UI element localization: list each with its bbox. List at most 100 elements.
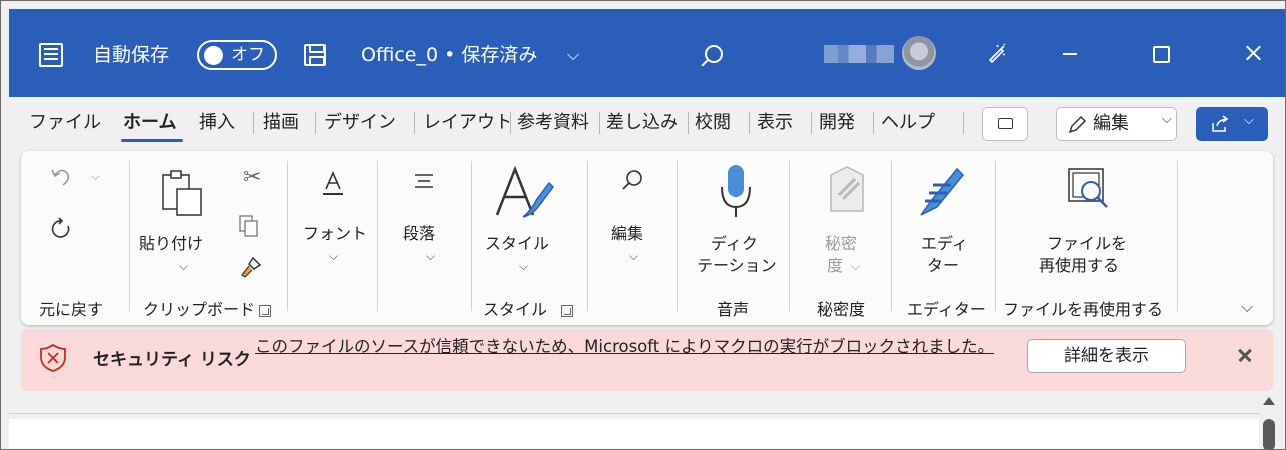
ribbon-separator bbox=[587, 161, 588, 311]
format-painter-icon[interactable] bbox=[239, 255, 263, 279]
font-chevron-icon[interactable]: ⌵ bbox=[329, 249, 338, 264]
show-details-button[interactable]: 詳細を表示 bbox=[1027, 339, 1186, 373]
styles-group-label: スタイル bbox=[483, 300, 548, 319]
minimize-button[interactable] bbox=[1050, 36, 1090, 70]
share-icon bbox=[1212, 115, 1229, 132]
document-top-border bbox=[9, 413, 1259, 414]
tab-divider bbox=[510, 112, 511, 134]
editing-mode-button[interactable]: 編集 ⌵ bbox=[1056, 107, 1177, 141]
dictate-label-2[interactable]: テーション bbox=[697, 255, 777, 277]
ribbon-separator bbox=[891, 161, 892, 311]
reuse-files-group-label: ファイルを再使用する bbox=[1003, 300, 1164, 319]
ribbon-separator bbox=[129, 161, 130, 311]
clipboard-launcher-icon[interactable] bbox=[259, 305, 271, 317]
ribbon-separator bbox=[471, 161, 472, 311]
editing-chevron-icon[interactable]: ⌵ bbox=[629, 249, 638, 264]
tab-home[interactable]: ホーム bbox=[123, 109, 176, 137]
autosave-toggle[interactable]: オフ bbox=[197, 40, 277, 70]
tab-insert[interactable]: 挿入 bbox=[199, 109, 235, 137]
autosave-label: 自動保存 bbox=[93, 44, 170, 66]
ribbon-separator bbox=[287, 161, 288, 311]
editing-label[interactable]: 編集 bbox=[611, 223, 643, 245]
paragraph-icon[interactable] bbox=[413, 173, 435, 193]
editor-label-2[interactable]: ター bbox=[927, 255, 959, 277]
active-tab-indicator bbox=[121, 139, 183, 142]
dictate-label-1[interactable]: ディク bbox=[711, 233, 758, 255]
paste-chevron-icon[interactable]: ⌵ bbox=[179, 259, 188, 274]
paste-icon[interactable] bbox=[161, 169, 205, 217]
tab-view[interactable]: 表示 bbox=[757, 109, 793, 137]
paragraph-label[interactable]: 段落 bbox=[403, 223, 435, 245]
user-name-blurred bbox=[824, 45, 894, 63]
microphone-icon[interactable] bbox=[719, 163, 753, 219]
editing-mode-label: 編集 bbox=[1093, 113, 1129, 134]
shield-error-icon bbox=[40, 343, 66, 372]
styles-label[interactable]: スタイル bbox=[485, 233, 549, 255]
font-label[interactable]: フォント bbox=[303, 223, 367, 245]
document-title[interactable]: Office_0 • 保存済み bbox=[361, 41, 537, 69]
sensitivity-label-2[interactable]: 度 bbox=[827, 255, 843, 277]
share-button[interactable]: ⌵ bbox=[1196, 107, 1268, 141]
dismiss-warning-close-icon[interactable] bbox=[1237, 347, 1253, 363]
tab-file[interactable]: ファイル bbox=[29, 109, 101, 137]
redo-icon[interactable] bbox=[49, 217, 73, 241]
editor-icon[interactable] bbox=[917, 165, 965, 217]
tab-divider bbox=[749, 112, 750, 134]
paste-label[interactable]: 貼り付け bbox=[139, 233, 203, 255]
reuse-files-label-2[interactable]: 再使用する bbox=[1039, 255, 1119, 277]
tab-divider bbox=[315, 112, 316, 134]
close-window-button[interactable] bbox=[1233, 36, 1273, 70]
paragraph-chevron-icon[interactable]: ⌵ bbox=[426, 249, 435, 264]
scroll-up-arrow-icon[interactable] bbox=[1263, 397, 1275, 405]
save-icon[interactable] bbox=[304, 44, 326, 66]
cut-icon[interactable]: ✂ bbox=[243, 165, 261, 190]
ribbon-separator bbox=[677, 161, 678, 311]
undo-group-label: 元に戻す bbox=[39, 300, 104, 319]
tab-layout[interactable]: レイアウト bbox=[423, 109, 509, 137]
copy-icon[interactable] bbox=[239, 215, 259, 237]
search-icon[interactable] bbox=[705, 45, 723, 63]
avatar[interactable] bbox=[902, 36, 936, 70]
editor-label-1[interactable]: エディ bbox=[921, 233, 968, 255]
toggle-knob bbox=[204, 46, 223, 65]
tab-help[interactable]: ヘルプ bbox=[881, 109, 961, 137]
tab-divider bbox=[688, 112, 689, 134]
document-canvas[interactable] bbox=[9, 419, 1259, 449]
reuse-files-label-1[interactable]: ファイルを bbox=[1047, 233, 1127, 255]
ribbon-separator bbox=[995, 161, 996, 311]
comment-icon bbox=[998, 118, 1013, 129]
maximize-button[interactable] bbox=[1140, 36, 1180, 70]
ribbon-separator bbox=[377, 161, 378, 311]
tab-divider bbox=[811, 112, 812, 134]
toggle-label: オフ bbox=[231, 45, 265, 65]
expand-ribbon-chevron-icon[interactable]: ⌵ bbox=[1241, 297, 1253, 317]
tab-mailings[interactable]: 差し込み bbox=[606, 109, 686, 137]
sensitivity-chevron-icon[interactable]: ⌵ bbox=[851, 259, 860, 274]
undo-icon[interactable] bbox=[49, 165, 73, 189]
styles-icon[interactable] bbox=[493, 165, 555, 221]
tab-references[interactable]: 参考資料 bbox=[517, 109, 597, 137]
ribbon-separator bbox=[1177, 161, 1178, 311]
title-chevron-down-icon[interactable]: ⌵ bbox=[567, 41, 579, 69]
sensitivity-icon[interactable] bbox=[827, 165, 867, 213]
tab-design[interactable]: デザイン bbox=[324, 109, 410, 137]
undo-chevron-icon[interactable]: ⌵ bbox=[91, 169, 100, 184]
title-bar: 自動保存 オフ Office_0 • 保存済み ⌵ bbox=[9, 9, 1285, 97]
word-logo-icon bbox=[39, 43, 63, 67]
sensitivity-label-1[interactable]: 秘密 bbox=[825, 233, 857, 255]
designer-pen-icon[interactable] bbox=[987, 43, 1007, 63]
tab-divider bbox=[873, 112, 874, 134]
voice-group-label: 音声 bbox=[717, 300, 750, 319]
font-icon[interactable] bbox=[321, 171, 345, 197]
styles-launcher-icon[interactable] bbox=[561, 305, 573, 317]
security-risk-message-link[interactable]: このファイルのソースが信頼できないため、Microsoft によりマクロの実行が… bbox=[255, 335, 1015, 359]
comments-button[interactable] bbox=[982, 107, 1028, 141]
tab-draw[interactable]: 描画 bbox=[263, 109, 299, 137]
vertical-scrollbar-thumb[interactable] bbox=[1263, 419, 1275, 449]
chevron-down-icon: ⌵ bbox=[1244, 113, 1254, 128]
reuse-files-icon[interactable] bbox=[1067, 167, 1111, 211]
tab-review[interactable]: 校閲 bbox=[695, 109, 731, 137]
find-icon[interactable] bbox=[621, 169, 643, 191]
styles-chevron-icon[interactable]: ⌵ bbox=[519, 259, 528, 274]
tab-developer[interactable]: 開発 bbox=[819, 109, 855, 137]
